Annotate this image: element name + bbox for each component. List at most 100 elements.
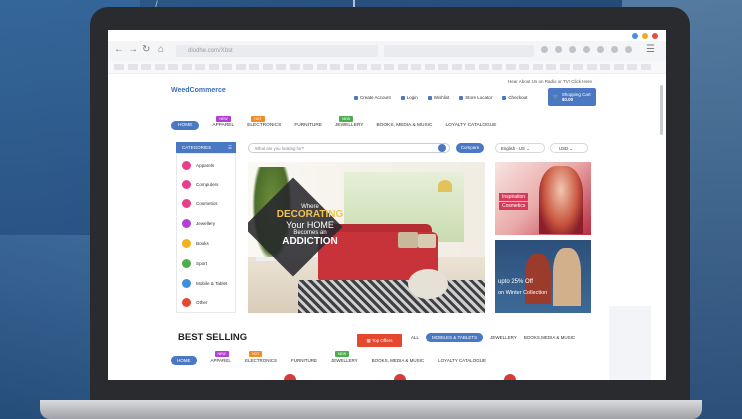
compare-button[interactable]: Compare [456,143,484,153]
window-dot-red[interactable] [652,33,658,39]
bookmark-item[interactable] [114,64,124,70]
bookmark-item[interactable] [249,64,259,70]
bookmark-item[interactable] [154,64,165,70]
bookmark-item[interactable] [424,64,435,70]
create-account-link[interactable]: Create Account [354,95,391,100]
nav2-books-media-music[interactable]: BOOKS, MEDIA & MUSIC [372,358,425,363]
bookmark-item[interactable] [411,64,421,70]
bookmark-item[interactable] [451,64,462,70]
bookmark-item[interactable] [181,64,192,70]
nav-furniture[interactable]: FURNITURE [294,123,322,128]
bookmark-item[interactable] [276,64,286,70]
category-mobile-tablet[interactable]: Mobile & Tablet [182,279,227,288]
category-jewellery[interactable]: Jewellery [182,219,215,228]
bookmark-item[interactable] [505,64,516,70]
category-cosmetics[interactable]: Cosmetics [182,199,217,208]
category-computers[interactable]: Computers [182,180,218,189]
bookmark-item[interactable] [586,64,597,70]
forward-icon[interactable]: → [128,44,138,55]
filter-mobiles-tablets[interactable]: MOBILES & TABLETS [426,333,484,342]
bookmark-item[interactable] [559,64,570,70]
nav-apparel[interactable]: NEW APPAREL [212,116,234,128]
bookmark-item[interactable] [343,64,354,70]
bookmark-item[interactable] [438,64,448,70]
hero-banner[interactable]: Where DECORATING Your HOME Becomes an AD… [248,162,485,313]
bookmark-item[interactable] [478,64,489,70]
nav2-apparel[interactable]: NEW APPAREL [211,351,231,363]
bookmark-item[interactable] [640,64,651,70]
extension-icon[interactable] [555,46,562,53]
bookmark-item[interactable] [289,64,300,70]
nav2-furniture[interactable]: FURNITURE [291,358,317,363]
bookmark-item[interactable] [303,64,313,70]
bookmark-item[interactable] [357,64,367,70]
currency-select[interactable]: USD ⌄ [550,143,588,153]
filter-all[interactable]: ALL [411,335,419,340]
bookmark-item[interactable] [384,64,394,70]
bookmark-item[interactable] [222,64,232,70]
bookmark-item[interactable] [208,64,219,70]
refresh-icon[interactable]: ↻ [142,44,150,55]
bookmark-item[interactable] [262,64,273,70]
bookmark-item[interactable] [613,64,624,70]
cosmetics-promo-banner[interactable]: Inspiration Cosmetics [495,162,591,235]
bookmark-item[interactable] [195,64,205,70]
login-link[interactable]: Login [400,95,418,100]
search-icon[interactable] [438,144,446,152]
extension-icon[interactable] [625,46,632,53]
shopping-cart-button[interactable]: 🛒 Shopping Cart $0.00 [548,88,596,106]
browser-search-field[interactable] [384,45,534,57]
bookmark-item[interactable] [627,64,637,70]
categories-header[interactable]: CATEGORIES ☰ [176,142,236,153]
window-dot-yellow[interactable] [642,33,648,39]
extension-icon[interactable] [597,46,604,53]
bookmark-item[interactable] [465,64,475,70]
store-locator-link[interactable]: Store Locator [459,95,492,100]
category-apparels[interactable]: Apparels [182,161,214,170]
nav2-loyalty-catalogue[interactable]: LOYALTY CATALOGUE [438,358,486,363]
window-dot-blue[interactable] [632,33,638,39]
checkout-link[interactable]: Checkout [502,95,527,100]
home-icon[interactable]: ⌂ [158,44,164,55]
extension-icon[interactable] [611,46,618,53]
bookmark-item[interactable] [492,64,502,70]
search-input[interactable]: What are you looking for? [248,143,450,153]
category-other[interactable]: Other [182,298,208,307]
extension-icon[interactable] [541,46,548,53]
nav-home[interactable]: HOME [171,121,200,130]
bookmark-item[interactable] [330,64,340,70]
extension-icon[interactable] [569,46,576,53]
bookmark-item[interactable] [546,64,556,70]
menu-icon[interactable]: ☰ [646,44,655,55]
nav2-home[interactable]: HOME [171,356,197,365]
category-books[interactable]: Books [182,239,209,248]
nav-jewellery[interactable]: NEW JEWELLERY [335,116,363,128]
bookmark-item[interactable] [141,64,151,70]
winter-promo-banner[interactable]: upto 25% Off on Winter Collection [495,240,591,313]
scrollbar[interactable] [660,85,663,135]
nav-electronics[interactable]: HOT ELECTRONICS [247,116,281,128]
bookmark-item[interactable] [519,64,529,70]
bookmark-item[interactable] [573,64,583,70]
bookmark-item[interactable] [600,64,610,70]
wishlist-link[interactable]: Wishlist [427,95,449,100]
bookmark-item[interactable] [397,64,408,70]
nav2-electronics[interactable]: HOT ELECTRONICS [245,351,277,363]
bookmark-item[interactable] [532,64,543,70]
bookmark-item[interactable] [370,64,381,70]
bookmark-item[interactable] [168,64,178,70]
bookmark-item[interactable] [316,64,327,70]
site-logo[interactable]: WeedCommerce [171,87,226,94]
filter-books-media-music[interactable]: BOOKS,MEDIA & MUSIC [524,335,575,340]
back-icon[interactable]: ← [114,44,124,55]
nav-loyalty-catalogue[interactable]: LOYALTY CATALOGUE [445,123,496,128]
category-sport[interactable]: Sport [182,259,207,268]
address-bar[interactable]: dlodhe.com/Xbst [176,45,378,57]
radio-promo-link[interactable]: Hear About Us on Radio or TV! Click Here [508,79,592,84]
bookmark-item[interactable] [127,64,138,70]
top-offers-button[interactable]: ▦ Top Offers [357,334,402,347]
bookmark-item[interactable] [235,64,246,70]
extension-icon[interactable] [583,46,590,53]
language-select[interactable]: English - US ⌄ [495,143,545,153]
nav2-jewellery[interactable]: NEW JEWELLERY [331,351,358,363]
